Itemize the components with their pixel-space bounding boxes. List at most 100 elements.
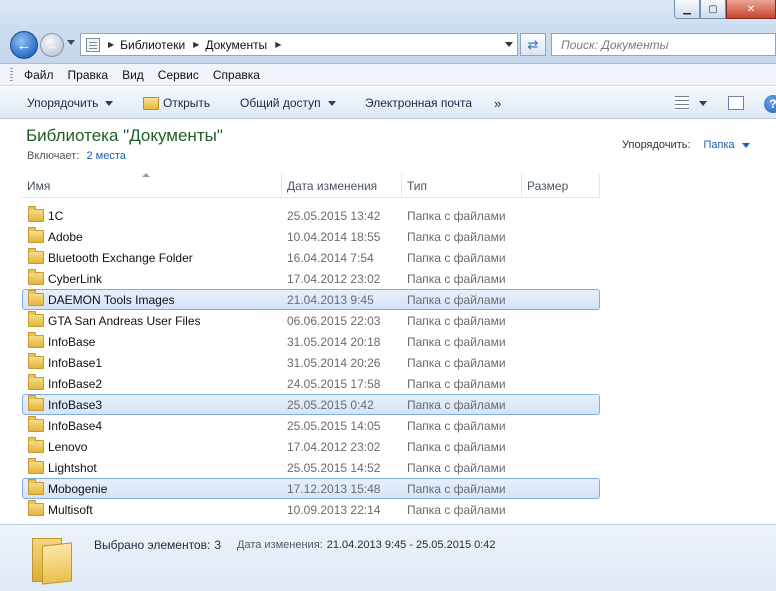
chevron-right-icon[interactable]: ▶ — [193, 40, 199, 49]
library-icon — [86, 37, 100, 52]
arrange-value-dropdown[interactable]: Папка — [704, 139, 735, 151]
folder-icon — [28, 290, 44, 306]
open-button[interactable]: Открыть — [143, 87, 210, 119]
file-row[interactable]: InfoBase4 25.05.2015 14:05 Папка с файлами — [22, 415, 600, 436]
chevron-down-icon — [105, 100, 114, 106]
file-row[interactable]: 1C 25.05.2015 13:42 Папка с файлами — [22, 205, 600, 226]
arrow-right-icon: → — [46, 38, 58, 52]
breadcrumb-libraries[interactable]: Библиотеки — [120, 38, 185, 52]
refresh-button[interactable]: ⇄ — [520, 33, 546, 56]
file-date: 17.12.2013 15:48 — [287, 481, 381, 496]
menu-file[interactable]: Файл — [18, 68, 60, 82]
email-button[interactable]: Электронная почта — [365, 87, 472, 119]
file-name: CyberLink — [48, 271, 103, 286]
folder-icon — [28, 395, 44, 411]
folder-icon — [28, 311, 44, 327]
details-pane: Выбрано элементов: 3 Дата изменения: 21.04… — [0, 524, 776, 591]
view-options-icon[interactable] — [675, 96, 689, 110]
selected-count-label: Выбрано элементов: — [94, 538, 211, 552]
file-row[interactable]: Multisoft 10.09.2013 22:14 Папка с файлами — [22, 499, 600, 520]
folder-icon — [28, 437, 44, 453]
folder-icon — [28, 269, 44, 285]
menu-edit[interactable]: Правка — [62, 68, 115, 82]
folder-icon — [28, 458, 44, 474]
file-name: InfoBase1 — [48, 355, 103, 370]
email-label: Электронная почта — [365, 96, 473, 110]
folder-icon — [28, 206, 44, 222]
column-header-name[interactable]: Имя — [22, 173, 282, 198]
menu-view[interactable]: Вид — [116, 68, 150, 82]
organize-button[interactable]: Упорядочить — [27, 87, 114, 119]
arrow-left-icon: ← — [16, 36, 32, 54]
file-date: 31.05.2014 20:26 — [287, 355, 381, 370]
share-button[interactable]: Общий доступ — [240, 87, 336, 119]
column-header-date[interactable]: Дата изменения — [282, 174, 402, 198]
selection-folder-icon — [32, 534, 72, 585]
back-button[interactable]: ← — [10, 31, 38, 59]
file-row[interactable]: Mobogenie 17.12.2013 15:48 Папка с файлами — [22, 478, 600, 499]
folder-icon — [28, 374, 44, 390]
minimize-button[interactable]: ▁ — [674, 0, 700, 19]
menu-help[interactable]: Справка — [207, 68, 266, 82]
file-type: Папка с файлами — [407, 376, 506, 391]
folder-icon — [28, 353, 44, 369]
address-bar[interactable]: ▶ Библиотеки ▶ Документы ▶ — [80, 33, 518, 56]
includes-locations-link[interactable]: 2 места — [86, 150, 125, 162]
file-row[interactable]: GTA San Andreas User Files 06.06.2015 22:… — [22, 310, 600, 331]
breadcrumb-documents[interactable]: Документы — [205, 38, 267, 52]
folder-icon — [28, 479, 44, 495]
file-row[interactable]: Adobe 10.04.2014 18:55 Папка с файлами — [22, 226, 600, 247]
file-date: 25.05.2015 13:42 — [287, 208, 381, 223]
library-header: Библиотека "Документы" Включает: 2 места… — [0, 120, 776, 172]
file-name: InfoBase — [48, 334, 96, 349]
column-header-size[interactable]: Размер — [522, 174, 600, 198]
file-row[interactable]: Lightshot 25.05.2015 14:52 Папка с файлами — [22, 457, 600, 478]
column-header-name-label: Имя — [27, 179, 51, 193]
menu-tools[interactable]: Сервис — [152, 68, 205, 82]
organize-label: Упорядочить — [27, 96, 99, 110]
window-controls: ▁ ▢ ✕ — [674, 0, 776, 20]
help-button[interactable]: ? — [764, 95, 776, 113]
preview-pane-icon[interactable] — [728, 96, 744, 110]
file-name: InfoBase2 — [48, 376, 103, 391]
file-type: Папка с файлами — [407, 208, 506, 223]
file-date: 17.04.2012 23:02 — [287, 271, 381, 286]
file-name: Mobogenie — [48, 481, 108, 496]
file-row[interactable]: InfoBase2 24.05.2015 17:58 Папка с файлами — [22, 373, 600, 394]
file-type: Папка с файлами — [407, 481, 506, 496]
folder-icon — [28, 416, 44, 432]
library-includes: Включает: 2 места — [27, 150, 126, 162]
file-type: Папка с файлами — [407, 313, 506, 328]
chevron-right-icon[interactable]: ▶ — [108, 40, 114, 49]
file-row[interactable]: Lenovo 17.04.2012 23:02 Папка с файлами — [22, 436, 600, 457]
file-row[interactable]: Bluetooth Exchange Folder 16.04.2014 7:54… — [22, 247, 600, 268]
file-date: 25.05.2015 14:05 — [287, 418, 381, 433]
sort-ascending-icon — [142, 173, 150, 177]
menu-bar: Файл Правка Вид Сервис Справка — [0, 64, 776, 86]
arrange-label: Упорядочить: — [622, 139, 691, 151]
maximize-button[interactable]: ▢ — [700, 0, 726, 19]
file-date: 31.05.2014 20:18 — [287, 334, 381, 349]
file-row[interactable]: InfoBase 31.05.2014 20:18 Папка с файлами — [22, 331, 600, 352]
address-history-dropdown[interactable] — [505, 42, 513, 47]
view-dropdown-icon[interactable] — [699, 101, 707, 106]
close-button[interactable]: ✕ — [726, 0, 776, 19]
search-input[interactable]: Поиск: Документы — [551, 33, 776, 56]
file-row[interactable]: CyberLink 17.04.2012 23:02 Папка с файлами — [22, 268, 600, 289]
menu-grip — [10, 68, 13, 82]
file-row[interactable]: DAEMON Tools Images 21.04.2013 9:45 Папка … — [22, 289, 600, 310]
forward-button[interactable]: → — [40, 33, 64, 57]
folder-icon — [28, 500, 44, 516]
file-row[interactable]: InfoBase1 31.05.2014 20:26 Папка с файлами — [22, 352, 600, 373]
more-label: » — [494, 95, 502, 111]
column-header-type[interactable]: Тип — [402, 174, 522, 198]
file-row[interactable]: InfoBase3 25.05.2015 0:42 Папка с файлами — [22, 394, 600, 415]
more-commands-button[interactable]: » — [494, 87, 501, 119]
file-name: DAEMON Tools Images — [48, 292, 175, 307]
chevron-right-icon[interactable]: ▶ — [275, 40, 281, 49]
recent-pages-dropdown[interactable] — [67, 40, 75, 45]
selected-date-range: 21.04.2013 9:45 - 25.05.2015 0:42 — [326, 539, 496, 551]
folder-icon — [28, 332, 44, 348]
file-name: InfoBase4 — [48, 418, 103, 433]
chevron-down-icon[interactable] — [741, 142, 750, 148]
